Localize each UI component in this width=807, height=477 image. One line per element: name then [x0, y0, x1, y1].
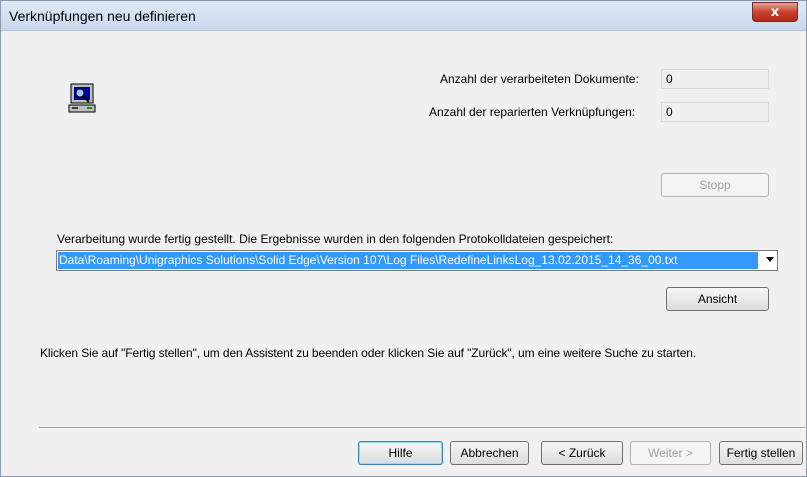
instruction-text: Klicken Sie auf "Fertig stellen", um den…	[40, 346, 697, 360]
separator	[39, 427, 805, 429]
repaired-links-value: 0	[661, 102, 769, 122]
processed-docs-value: 0	[661, 69, 769, 89]
title-bar[interactable]: Verknüpfungen neu definieren x	[1, 1, 806, 31]
stop-button[interactable]: Stopp	[661, 173, 769, 197]
window-title: Verknüpfungen neu definieren	[9, 8, 196, 24]
logfile-dropdown[interactable]: Data\Roaming\Unigraphics Solutions\Solid…	[56, 250, 778, 271]
logfile-path: Data\Roaming\Unigraphics Solutions\Solid…	[58, 252, 758, 269]
close-icon: x	[770, 4, 780, 20]
dialog-window: Verknüpfungen neu definieren x Anzahl de…	[0, 0, 807, 477]
close-button[interactable]: x	[752, 2, 798, 22]
result-message: Verarbeitung wurde fertig gestellt. Die …	[57, 232, 614, 246]
help-button[interactable]: Hilfe	[358, 441, 443, 465]
chevron-down-icon[interactable]	[766, 257, 774, 262]
next-button[interactable]: Weiter >	[630, 441, 711, 465]
repaired-links-label: Anzahl der reparierten Verknüpfungen:	[429, 105, 636, 119]
computer-search-icon	[68, 83, 96, 113]
cancel-button[interactable]: Abbrechen	[450, 441, 529, 465]
dialog-content: Anzahl der verarbeiteten Dokumente: 0 An…	[9, 32, 805, 472]
view-button[interactable]: Ansicht	[666, 287, 769, 311]
back-button[interactable]: < Zurück	[541, 441, 623, 465]
finish-button[interactable]: Fertig stellen	[719, 441, 803, 465]
processed-docs-label: Anzahl der verarbeiteten Dokumente:	[440, 72, 639, 86]
